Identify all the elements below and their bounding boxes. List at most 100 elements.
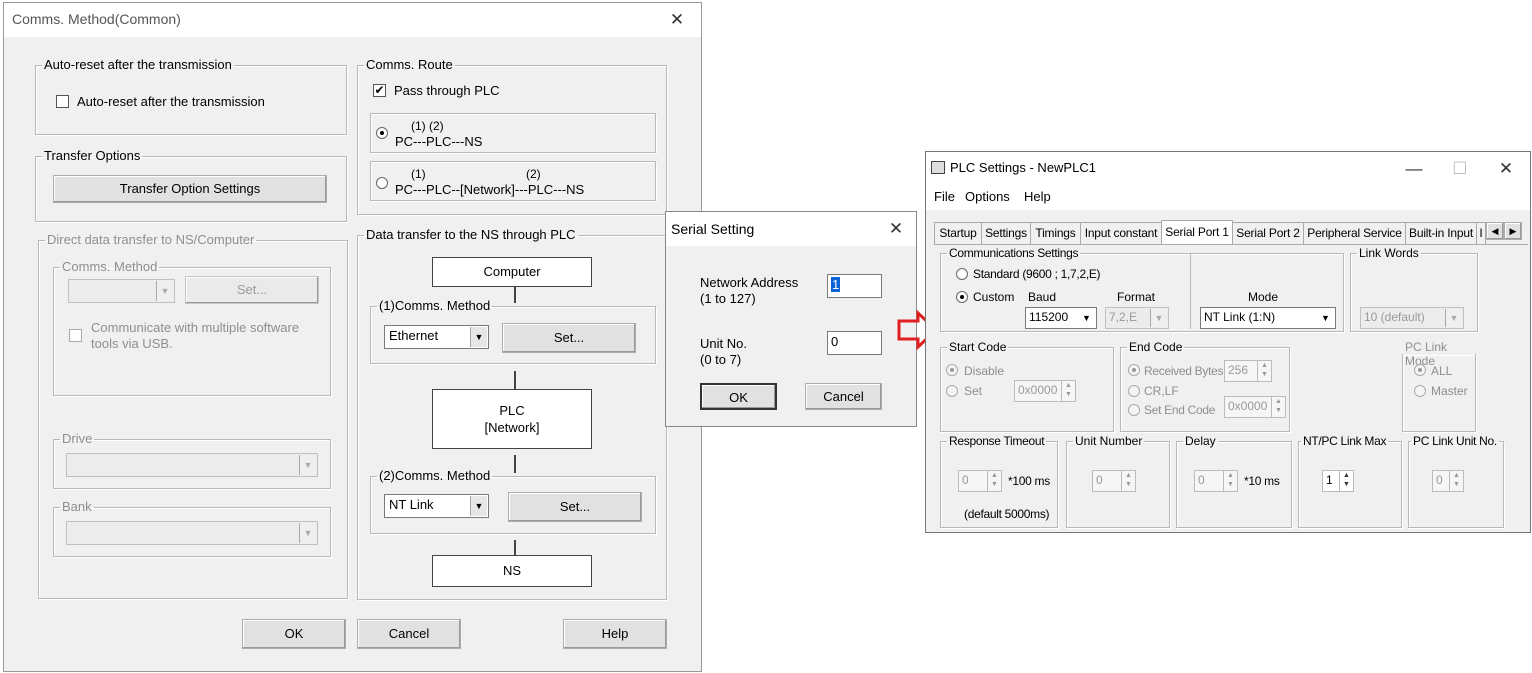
method1-select-value: Ethernet: [389, 328, 439, 343]
transfer-option-settings-button[interactable]: Transfer Option Settings: [53, 175, 327, 203]
method1-set-button[interactable]: Set...: [502, 323, 636, 353]
start-disable-label: Disable: [964, 364, 1005, 378]
start-set-radio[interactable]: [946, 385, 958, 397]
drive-select[interactable]: ▼: [66, 453, 318, 477]
delay-value: 0: [1198, 473, 1205, 487]
unit-number-legend: Unit Number: [1075, 434, 1143, 448]
pc-link-all-label: ALL: [1431, 364, 1453, 378]
pc-link-unit-no-spinner[interactable]: 0 ▲ ▼: [1432, 470, 1464, 492]
tab-serial-port-2[interactable]: Serial Port 2: [1232, 222, 1304, 244]
route-option2-num1: (1): [411, 167, 426, 181]
close-icon[interactable]: ✕: [876, 214, 916, 244]
auto-reset-checkbox[interactable]: [56, 95, 69, 108]
spinner-arrows-icon: ▲ ▼: [1061, 381, 1075, 401]
method2-select[interactable]: NT Link ▼: [384, 494, 489, 518]
chevron-down-icon: ▼: [1150, 309, 1167, 327]
comms-method-dialog: Comms. Method(Common) ✕ Auto-reset after…: [3, 2, 702, 672]
bank-legend: Bank: [62, 499, 92, 514]
pc-link-unit-no-legend: PC Link Unit No.: [1413, 434, 1497, 448]
close-icon[interactable]: ✕: [1486, 154, 1526, 184]
baud-select[interactable]: 115200 ▼: [1025, 307, 1097, 329]
connector-line: [514, 540, 516, 556]
nt-pc-link-max-legend: NT/PC Link Max: [1303, 434, 1387, 448]
standard-radio[interactable]: [956, 268, 968, 280]
spinner-arrows-icon: ▲ ▼: [1449, 471, 1463, 491]
end-code-spinner[interactable]: 0x0000 ▲ ▼: [1224, 396, 1286, 418]
plc-title-bar: PLC Settings - NewPLC1 — ☐ ✕: [926, 152, 1530, 184]
ok-button[interactable]: OK: [242, 619, 346, 649]
mode-select[interactable]: NT Link (1:N) ▼: [1200, 307, 1336, 329]
network-address-input[interactable]: 1: [827, 274, 882, 298]
pc-link-all-radio[interactable]: [1414, 364, 1426, 376]
tab-scroll-right-icon[interactable]: ▶: [1504, 222, 1522, 240]
end-set-label: Set End Code: [1144, 403, 1216, 417]
direct-comms-method-select[interactable]: ▼: [68, 279, 175, 303]
unit-no-input[interactable]: 0: [827, 331, 882, 355]
spinner-arrows-icon: ▲ ▼: [1257, 361, 1271, 381]
format-select[interactable]: 7,2,E ▼: [1105, 307, 1169, 329]
menu-file[interactable]: File: [934, 189, 955, 204]
delay-legend: Delay: [1185, 434, 1216, 448]
method2-set-button[interactable]: Set...: [508, 492, 642, 522]
end-set-radio[interactable]: [1128, 404, 1140, 416]
serial-cancel-button[interactable]: Cancel: [805, 383, 882, 410]
serial-dialog-title: Serial Setting: [671, 221, 755, 237]
tab-overflow[interactable]: I: [1476, 222, 1486, 244]
nt-pc-link-max-value: 1: [1326, 473, 1333, 487]
chevron-down-icon: ▼: [299, 455, 316, 475]
tab-peripheral-service[interactable]: Peripheral Service: [1303, 222, 1406, 244]
route-option2-radio[interactable]: [376, 177, 388, 189]
end-received-radio[interactable]: [1128, 364, 1140, 376]
standard-label: Standard (9600 ; 1,7,2,E): [973, 267, 1101, 281]
minimize-icon[interactable]: —: [1394, 154, 1434, 184]
comms-title-bar: Comms. Method(Common) ✕: [4, 3, 701, 37]
tab-input-constant[interactable]: Input constant: [1080, 222, 1162, 244]
response-timeout-spinner[interactable]: 0 ▲ ▼: [958, 470, 1002, 492]
serial-ok-button[interactable]: OK: [700, 383, 777, 410]
route-option2-num2: (2): [526, 167, 541, 181]
menu-options[interactable]: Options: [965, 189, 1010, 204]
cancel-button[interactable]: Cancel: [357, 619, 461, 649]
pass-through-plc-checkbox[interactable]: ✔: [373, 84, 386, 97]
nt-pc-link-max-spinner[interactable]: 1 ▲ ▼: [1322, 470, 1354, 492]
close-icon[interactable]: ✕: [657, 5, 697, 35]
tab-startup[interactable]: Startup: [934, 222, 982, 244]
direct-transfer-legend: Direct data transfer to NS/Computer: [47, 232, 255, 247]
direct-set-button[interactable]: Set...: [185, 276, 319, 304]
delay-spinner[interactable]: 0 ▲ ▼: [1194, 470, 1238, 492]
tab-built-in-input[interactable]: Built-in Input: [1405, 222, 1477, 244]
start-set-label: Set: [964, 384, 983, 398]
custom-radio[interactable]: [956, 291, 968, 303]
chevron-down-icon: ▼: [1078, 309, 1095, 327]
bank-select[interactable]: ▼: [66, 521, 318, 545]
direct-comms-method-legend: Comms. Method: [62, 259, 158, 274]
network-address-value: 1: [831, 277, 841, 292]
unit-no-value: 0: [831, 334, 839, 349]
menu-help[interactable]: Help: [1024, 189, 1051, 204]
tab-scroll-left-icon[interactable]: ◀: [1486, 222, 1504, 240]
start-code-spinner[interactable]: 0x0000 ▲ ▼: [1014, 380, 1076, 402]
end-crlf-radio[interactable]: [1128, 385, 1140, 397]
method1-select[interactable]: Ethernet ▼: [384, 325, 489, 349]
usb-multiple-checkbox[interactable]: [69, 329, 82, 342]
spinner-arrows-icon: ▲ ▼: [1339, 471, 1353, 491]
link-words-select[interactable]: 10 (default) ▼: [1360, 307, 1464, 329]
pass-through-plc-label: Pass through PLC: [394, 83, 500, 98]
unit-number-spinner[interactable]: 0 ▲ ▼: [1092, 470, 1136, 492]
tab-settings[interactable]: Settings: [981, 222, 1031, 244]
received-bytes-spinner[interactable]: 256 ▲ ▼: [1224, 360, 1272, 382]
route-option1-radio[interactable]: [376, 127, 388, 139]
auto-reset-legend: Auto-reset after the transmission: [44, 57, 232, 72]
pc-link-unit-no-value: 0: [1436, 473, 1443, 487]
help-button[interactable]: Help: [563, 619, 667, 649]
tab-timings[interactable]: Timings: [1030, 222, 1081, 244]
comm-settings-legend: Communications Settings: [949, 246, 1079, 260]
mode-label: Mode: [1248, 290, 1279, 304]
plc-settings-window: PLC Settings - NewPLC1 — ☐ ✕ File Option…: [925, 151, 1531, 533]
chevron-down-icon: ▼: [1445, 309, 1462, 327]
maximize-icon[interactable]: ☐: [1440, 154, 1480, 184]
tab-serial-port-1[interactable]: Serial Port 1: [1161, 220, 1233, 244]
delay-unit: *10 ms: [1244, 474, 1280, 488]
start-disable-radio[interactable]: [946, 364, 958, 376]
pc-link-master-radio[interactable]: [1414, 385, 1426, 397]
